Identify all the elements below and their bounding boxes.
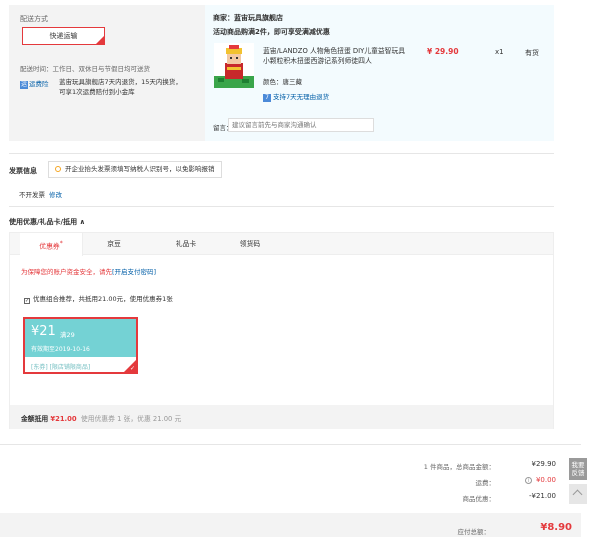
invoice-modify-link[interactable]: 修改	[49, 191, 62, 199]
divider	[9, 206, 554, 207]
location-pin-icon	[55, 166, 61, 172]
tab-gift-card[interactable]: 礼品卡	[156, 233, 216, 255]
security-tip: 为保障您的账户资金安全，请先[开启支付密码]	[21, 266, 156, 276]
invoice-status: 不开发票 修改	[19, 189, 62, 199]
deduct-label: 金额抵用	[21, 415, 49, 423]
deduct-desc: 使用优惠券 1 张，优惠 21.00 元	[80, 415, 182, 423]
invoice-status-text: 不开发票	[19, 191, 45, 199]
freight-insurance-label: 运费险	[29, 80, 49, 88]
monk-figure-icon	[214, 43, 254, 88]
deduct-summary-bar: 金额抵用 ¥21.00 使用优惠券 1 张，优惠 21.00 元	[10, 405, 553, 429]
coupon-card[interactable]: ¥21 满29 有效期至2019-10-16 [东券] [限店铺限商品] ✓	[23, 317, 138, 374]
product-price: ¥ 29.90	[427, 47, 459, 56]
product-title[interactable]: 蓝宙/LANDZO 人物角色扭蛋 DIY儿童益智玩具 小颗粒积木扭蛋西游记系列师…	[263, 46, 413, 66]
invoice-tip-text: 开企业抬头发票须填写纳税人识别号，以免影响报销	[65, 165, 215, 173]
check-icon: ✓	[129, 365, 135, 372]
shipping-method-option[interactable]: 快递运输	[22, 27, 105, 45]
shipping-fee-value: i ¥0.00	[524, 476, 556, 484]
return-support-label: 支持7天无理由退货	[273, 93, 330, 101]
coupon-amount: ¥21	[31, 324, 56, 339]
coupon-tabs: 优惠券* 京豆 礼品卡 领货码	[10, 233, 553, 256]
divider	[0, 444, 581, 445]
payable-bar	[0, 513, 581, 537]
deduct-summary: 金额抵用 ¥21.00 使用优惠券 1 张，优惠 21.00 元	[21, 413, 181, 423]
tab-coupon-mark: *	[59, 240, 63, 247]
goods-discount-value: -¥21.00	[528, 492, 556, 500]
freight-insurance-desc: 蓝宙玩具旗舰店7天内退货，15天内换货，可享1次运费赔付到小金库	[59, 78, 182, 96]
combo-recommend-text: 优惠组合推荐，共抵用21.00元，使用优惠券1张	[33, 295, 173, 303]
total-goods-value: ¥29.90	[531, 460, 557, 468]
coupon-scope: [东券] [限店铺限商品]	[31, 364, 91, 371]
delivery-time: 配送时间：工作日、双休日与节假日均可送货	[20, 65, 150, 73]
freight-insurance-icon: 运	[20, 81, 28, 89]
promo-notice: 活动商品购满2件，即可享受满减优惠	[213, 28, 330, 36]
seven-day-return-icon: 7	[263, 94, 271, 102]
combo-recommend[interactable]: ✓ 优惠组合推荐，共抵用21.00元，使用优惠券1张	[24, 293, 173, 304]
tab-coupon-label: 优惠券	[39, 242, 60, 251]
shipping-method-label: 快递运输	[49, 32, 78, 40]
goods-discount-label: 商品优惠：	[462, 495, 496, 503]
shipping-section: 配送方式 快递运输 配送时间：工作日、双休日与节假日均可送货 运运费险 蓝宙玩具…	[9, 5, 205, 141]
remark-input[interactable]	[228, 118, 374, 132]
shop-section: 商家：蓝宙玩具旗舰店 活动商品购满2件，即可享受满减优惠 蓝宙/LANDZO 人…	[205, 5, 554, 141]
total-goods-label: 1 件商品，总商品金额：	[423, 463, 495, 471]
coupon-condition: 满29	[60, 331, 75, 339]
product-image[interactable]	[214, 43, 254, 88]
shipping-fee-label: 运费：	[475, 479, 496, 487]
shop-name: 商家：蓝宙玩具旗舰店	[213, 14, 283, 22]
feedback-button[interactable]: 我要反馈	[569, 458, 587, 480]
tab-coupon[interactable]: 优惠券*	[20, 233, 83, 256]
shipping-fee-amount: ¥0.00	[535, 476, 556, 484]
shipping-title: 配送方式	[20, 15, 48, 23]
deduct-amount: ¥21.00	[50, 415, 77, 423]
tab-jd-beans[interactable]: 京豆	[84, 233, 144, 255]
freight-insurance-badge[interactable]: 运运费险	[20, 78, 49, 89]
coupon-validity: 有效期至2019-10-16	[31, 346, 90, 353]
order-item-panel: 配送方式 快递运输 配送时间：工作日、双休日与节假日均可送货 运运费险 蓝宙玩具…	[9, 5, 554, 141]
payable-label: 应付总额：	[457, 528, 491, 536]
payable-amount: ¥8.90	[540, 522, 572, 533]
invoice-title: 发票信息	[9, 167, 37, 175]
security-tip-text: 为保障您的账户资金安全，请先	[21, 268, 112, 276]
tab-voucher-code[interactable]: 领货码	[220, 233, 280, 255]
return-support-badge[interactable]: 7 支持7天无理由退货	[263, 91, 329, 102]
stock-status: 有货	[525, 49, 539, 57]
product-color: 颜色：唐三藏	[263, 78, 302, 86]
coupon-card-header: ¥21 满29 有效期至2019-10-16	[25, 319, 136, 357]
chevron-up-icon	[572, 489, 583, 500]
product-quantity: x1	[495, 48, 504, 56]
coupon-section-toggle[interactable]: 使用优惠/礼品卡/抵用 ∧	[9, 217, 85, 227]
back-to-top-button[interactable]	[569, 484, 587, 504]
invoice-tip: 开企业抬头发票须填写纳税人识别号，以免影响报销	[48, 161, 222, 178]
divider	[9, 153, 554, 154]
coupon-panel: 优惠券* 京豆 礼品卡 领货码 为保障您的账户资金安全，请先[开启支付密码] ✓…	[9, 232, 554, 429]
enable-pay-password-link[interactable]: [开启支付密码]	[112, 268, 156, 276]
selected-corner-icon	[96, 36, 104, 44]
info-icon[interactable]: i	[524, 477, 532, 484]
checkbox-checked-icon[interactable]: ✓	[24, 298, 30, 304]
